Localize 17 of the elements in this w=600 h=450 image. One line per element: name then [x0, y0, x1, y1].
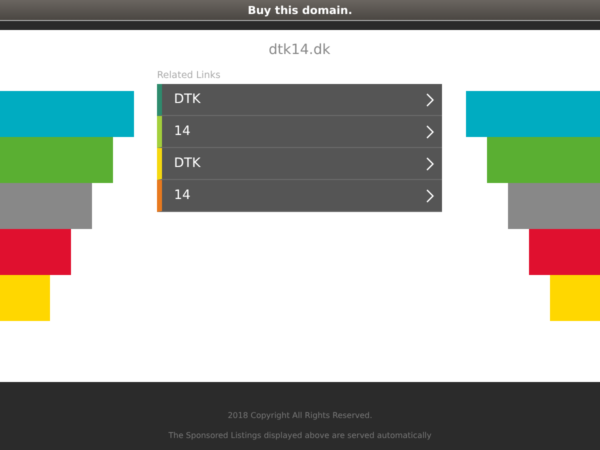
chevron-right-icon: [426, 156, 434, 170]
related-link[interactable]: 14: [157, 180, 442, 212]
chevron-right-icon: [426, 188, 434, 202]
decorative-bar: [550, 275, 600, 321]
section-heading: Related Links: [157, 70, 222, 81]
decorative-bar: [529, 229, 600, 275]
decorative-bar: [0, 275, 50, 321]
related-link[interactable]: DTK: [157, 148, 442, 180]
domain-title: dtk14.dk: [268, 42, 332, 60]
related-link[interactable]: DTK: [157, 84, 442, 116]
sponsored-notice: The Sponsored Listings displayed above are served automatically: [168, 431, 432, 440]
copyright-text: 2018 Copyright All Rights Reserved.: [228, 411, 372, 420]
buy-domain-link[interactable]: Buy this domain.: [248, 4, 352, 16]
related-link[interactable]: 14: [157, 116, 442, 148]
decorative-bar: [0, 229, 71, 275]
chevron-right-icon: [426, 92, 434, 106]
chevron-right-icon: [426, 124, 434, 138]
